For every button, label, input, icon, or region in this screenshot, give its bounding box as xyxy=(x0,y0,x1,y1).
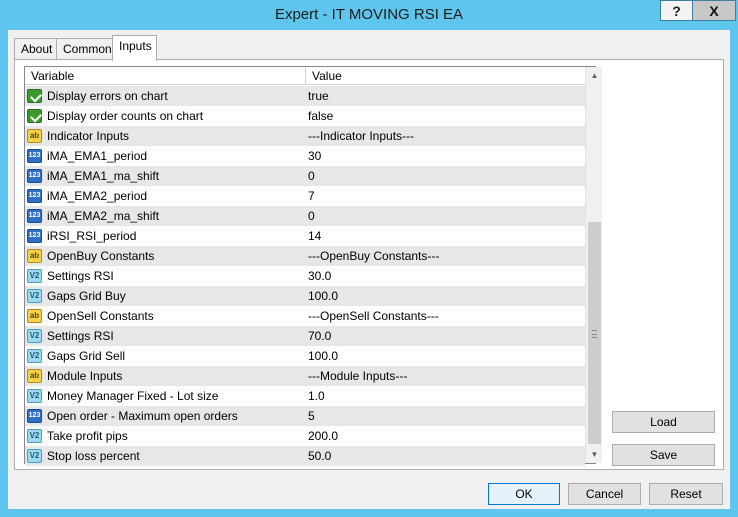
variable-name: iRSI_RSI_period xyxy=(47,229,137,243)
variable-value[interactable]: 100.0 xyxy=(308,346,584,366)
double-icon: V2 xyxy=(27,289,42,303)
int-icon: 123 xyxy=(27,229,42,243)
table-row[interactable]: V2 Stop loss percent 50.0 xyxy=(25,446,585,466)
column-header-variable[interactable]: Variable xyxy=(25,67,306,85)
table-row[interactable]: ab OpenSell Constants ---OpenSell Constant… xyxy=(25,306,585,326)
dialog-client: About Common Inputs Variable Value Displ… xyxy=(8,30,730,509)
string-icon: ab xyxy=(27,309,42,323)
double-icon: V2 xyxy=(27,269,42,283)
table-row[interactable]: 123 iMA_EMA1_period 30 xyxy=(25,146,585,166)
scroll-thumb[interactable] xyxy=(588,222,601,444)
table-row[interactable]: 123 Open order - Maximum open orders 5 xyxy=(25,406,585,426)
variable-value[interactable]: 70.0 xyxy=(308,326,584,346)
cancel-button[interactable]: Cancel xyxy=(568,483,641,505)
string-icon: ab xyxy=(27,249,42,263)
variable-value[interactable]: 30 xyxy=(308,146,584,166)
variable-value[interactable]: 30.0 xyxy=(308,266,584,286)
variable-value[interactable]: true xyxy=(308,86,584,106)
int-icon: 123 xyxy=(27,169,42,183)
variable-value[interactable]: ---Indicator Inputs--- xyxy=(308,126,584,146)
variable-value[interactable]: 14 xyxy=(308,226,584,246)
bool-icon xyxy=(27,109,42,123)
grid-header: Variable Value xyxy=(25,67,585,85)
load-button[interactable]: Load xyxy=(612,411,715,433)
table-row[interactable]: V2 Gaps Grid Sell 100.0 xyxy=(25,346,585,366)
scroll-down-icon[interactable]: ▼ xyxy=(586,446,603,463)
variable-value[interactable]: 200.0 xyxy=(308,426,584,446)
table-row[interactable]: ab Module Inputs ---Module Inputs--- xyxy=(25,366,585,386)
grid-rows: Display errors on chart true Display order… xyxy=(25,86,585,466)
variable-value[interactable]: 1.0 xyxy=(308,386,584,406)
table-row[interactable]: ab OpenBuy Constants ---OpenBuy Constants-… xyxy=(25,246,585,266)
reset-button[interactable]: Reset xyxy=(649,483,723,505)
variable-name: iMA_EMA2_period xyxy=(47,189,148,203)
int-icon: 123 xyxy=(27,149,42,163)
variable-value[interactable]: ---OpenSell Constants--- xyxy=(308,306,584,326)
variable-name: Gaps Grid Sell xyxy=(47,349,126,363)
variable-value[interactable]: 7 xyxy=(308,186,584,206)
tab-about[interactable]: About xyxy=(14,38,57,60)
variable-name: OpenSell Constants xyxy=(47,309,154,323)
inputs-grid: Variable Value Display errors on chart tr… xyxy=(24,66,602,466)
variable-value[interactable]: 0 xyxy=(308,166,584,186)
variable-name: Stop loss percent xyxy=(47,449,140,463)
variable-value[interactable]: 0 xyxy=(308,206,584,226)
variable-name: iMA_EMA2_ma_shift xyxy=(47,209,160,223)
variable-value[interactable]: ---Module Inputs--- xyxy=(308,366,584,386)
double-icon: V2 xyxy=(27,329,42,343)
variable-value[interactable]: 5 xyxy=(308,406,584,426)
table-row[interactable]: V2 Money Manager Fixed - Lot size 1.0 xyxy=(25,386,585,406)
string-icon: ab xyxy=(27,129,42,143)
table-row[interactable]: 123 iMA_EMA2_period 7 xyxy=(25,186,585,206)
double-icon: V2 xyxy=(27,429,42,443)
grip-icon xyxy=(592,330,597,338)
variable-value[interactable]: false xyxy=(308,106,584,126)
tab-common[interactable]: Common xyxy=(56,38,113,60)
variable-name: Display order counts on chart xyxy=(47,109,204,123)
double-icon: V2 xyxy=(27,349,42,363)
table-row[interactable]: 123 iMA_EMA1_ma_shift 0 xyxy=(25,166,585,186)
variable-name: OpenBuy Constants xyxy=(47,249,155,263)
table-row[interactable]: 123 iMA_EMA2_ma_shift 0 xyxy=(25,206,585,226)
variable-name: Module Inputs xyxy=(47,369,123,383)
window-title: Expert - IT MOVING RSI EA xyxy=(274,6,464,23)
variable-name: iMA_EMA1_period xyxy=(47,149,148,163)
variable-name: Indicator Inputs xyxy=(47,129,130,143)
table-row[interactable]: V2 Gaps Grid Buy 100.0 xyxy=(25,286,585,306)
string-icon: ab xyxy=(27,369,42,383)
close-button[interactable]: X xyxy=(692,0,736,21)
variable-name: Take profit pips xyxy=(47,429,128,443)
table-row[interactable]: 123 iRSI_RSI_period 14 xyxy=(25,226,585,246)
table-row[interactable]: V2 Settings RSI 30.0 xyxy=(25,266,585,286)
table-row[interactable]: Display order counts on chart false xyxy=(25,106,585,126)
variable-name: iMA_EMA1_ma_shift xyxy=(47,169,160,183)
column-header-value[interactable]: Value xyxy=(306,67,585,85)
variable-name: Gaps Grid Buy xyxy=(47,289,126,303)
variable-value[interactable]: 50.0 xyxy=(308,446,584,466)
variable-value[interactable]: ---OpenBuy Constants--- xyxy=(308,246,584,266)
variable-value[interactable]: 100.0 xyxy=(308,286,584,306)
int-icon: 123 xyxy=(27,409,42,423)
table-row[interactable]: ab Indicator Inputs ---Indicator Inputs--- xyxy=(25,126,585,146)
save-button[interactable]: Save xyxy=(612,444,715,466)
variable-name: Display errors on chart xyxy=(47,89,168,103)
variable-name: Open order - Maximum open orders xyxy=(47,409,238,423)
bool-icon xyxy=(27,89,42,103)
int-icon: 123 xyxy=(27,209,42,223)
vertical-scrollbar[interactable]: ▲ ▼ xyxy=(585,67,602,463)
variable-name: Settings RSI xyxy=(47,269,114,283)
table-row[interactable]: V2 Take profit pips 200.0 xyxy=(25,426,585,446)
variable-name: Settings RSI xyxy=(47,329,114,343)
double-icon: V2 xyxy=(27,449,42,463)
tab-inputs[interactable]: Inputs xyxy=(112,35,157,61)
table-row[interactable]: Display errors on chart true xyxy=(25,86,585,106)
int-icon: 123 xyxy=(27,189,42,203)
title-bar: Expert - IT MOVING RSI EA ? X xyxy=(0,0,738,30)
scroll-up-icon[interactable]: ▲ xyxy=(586,67,603,84)
ok-button[interactable]: OK xyxy=(488,483,560,505)
help-button[interactable]: ? xyxy=(660,0,693,21)
variable-name: Money Manager Fixed - Lot size xyxy=(47,389,219,403)
double-icon: V2 xyxy=(27,389,42,403)
table-row[interactable]: V2 Settings RSI 70.0 xyxy=(25,326,585,346)
